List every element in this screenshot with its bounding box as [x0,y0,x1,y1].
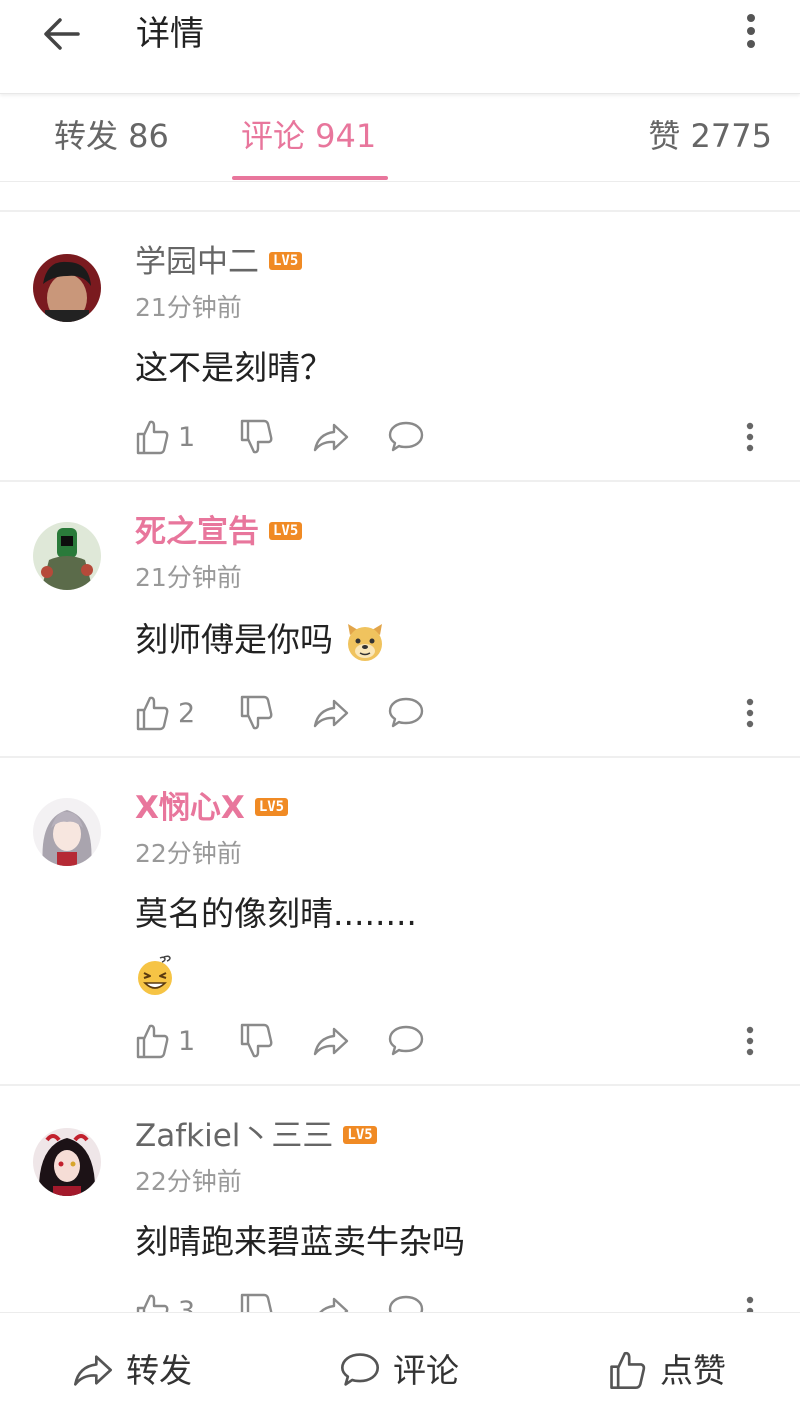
share-arrow-icon [73,1355,113,1386]
share-arrow-icon [313,699,349,728]
like-post-button[interactable]: 点赞 [606,1349,726,1393]
repost-label: 转发 [126,1351,192,1390]
comment-time: 22分钟前 [135,839,242,868]
more-vertical-icon [746,698,754,728]
speech-bubble-icon [388,421,424,452]
avatar[interactable] [33,522,101,590]
comment-time: 22分钟前 [135,1167,242,1196]
like-count: 3 [178,1296,196,1312]
comment-actions: 1 [134,418,774,458]
bottom-action-bar: 转发 评论 点赞 [0,1312,800,1420]
more-vertical-icon [746,1296,754,1312]
thumb-down-icon [240,1023,273,1058]
tab-comment[interactable]: 评论 941 [241,114,376,158]
more-vertical-icon [746,1026,754,1056]
dislike-button[interactable] [238,1292,274,1312]
avatar[interactable] [33,1128,101,1196]
more-options-button[interactable] [736,12,766,52]
more-vertical-icon [747,14,755,48]
thumb-up-icon [136,420,169,455]
thumb-down-icon [240,695,273,730]
top-app-bar: 详情 [0,0,800,94]
speech-bubble-icon [388,1025,424,1056]
doge-emoji [347,623,382,661]
share-button[interactable] [312,1292,350,1312]
tab-like[interactable]: 赞 2775 [648,114,772,158]
speech-bubble-icon [388,697,424,728]
page-title: 详情 [136,14,204,54]
comment-item: 死之宣告 LV5 21分钟前 刻师傅是你吗 2 [0,482,800,756]
comment-text: 刻晴跑来碧蓝卖牛杂吗 [135,1222,465,1261]
arrow-left-icon [44,18,80,50]
tab-repost[interactable]: 转发 86 [54,114,169,158]
comment-more-button[interactable] [738,418,762,458]
avatar[interactable] [33,254,101,322]
dizzy-grin-emoji [138,954,172,995]
detail-tabs: 转发 86 评论 941 赞 2775 [0,94,800,182]
thumb-up-icon [136,1294,169,1312]
comment-text: 刻师傅是你吗 [135,616,386,664]
comment-time: 21分钟前 [135,563,242,592]
comment-label: 评论 [393,1351,459,1390]
dislike-button[interactable] [238,694,274,734]
comment-text: 这不是刻晴？ [135,348,333,387]
comment-item: X悯心X LV5 22分钟前 莫名的像刻晴........ 1 [0,758,800,1084]
comment-time: 21分钟前 [135,293,242,322]
comment-more-button[interactable] [738,694,762,734]
thumb-up-icon [136,1024,169,1059]
reply-button[interactable] [387,1022,425,1062]
level-badge: LV5 [343,1125,377,1144]
like-count: 1 [178,1026,196,1057]
back-button[interactable] [38,12,86,56]
active-tab-indicator [232,176,388,180]
share-button[interactable] [312,694,350,734]
thumb-up-icon [610,1351,646,1390]
thumb-down-icon [240,1293,273,1312]
reply-button[interactable] [387,1292,425,1312]
share-button[interactable] [312,1022,350,1062]
comment-actions: 2 [134,694,774,734]
comment-item: 学园中二 LV5 21分钟前 这不是刻晴？ 1 [0,212,800,480]
comment-emoji-line [134,950,176,998]
comment-username[interactable]: 学园中二 LV5 [135,242,303,282]
dislike-button[interactable] [238,418,274,458]
speech-bubble-icon [340,1353,380,1386]
more-vertical-icon [746,422,754,452]
like-button[interactable]: 1 [134,418,195,458]
comment-text: 莫名的像刻晴........ [135,894,417,933]
dislike-button[interactable] [238,1022,274,1062]
avatar[interactable] [33,798,101,866]
comment-actions: 3 [134,1292,774,1312]
level-badge: LV5 [269,521,303,540]
comment-button[interactable]: 评论 [339,1349,459,1393]
speech-bubble-icon [388,1295,424,1312]
level-badge: LV5 [269,251,303,270]
share-button[interactable] [312,418,350,458]
like-count: 1 [178,422,196,453]
share-arrow-icon [313,423,349,452]
comment-username[interactable]: Zafkiel丶三三 LV5 [135,1116,377,1156]
share-arrow-icon [319,1297,349,1312]
like-button[interactable]: 3 [134,1292,195,1312]
like-label: 点赞 [660,1351,726,1390]
comment-more-button[interactable] [738,1022,762,1062]
comment-username[interactable]: 死之宣告 LV5 [135,512,303,552]
like-count: 2 [178,698,196,729]
comment-actions: 1 [134,1022,774,1062]
like-button[interactable]: 1 [134,1022,195,1062]
repost-button[interactable]: 转发 [72,1349,192,1393]
comment-more-button[interactable] [738,1292,762,1312]
comment-username[interactable]: X悯心X LV5 [135,788,289,828]
like-button[interactable]: 2 [134,694,195,734]
thumb-down-icon [240,419,273,454]
level-badge: LV5 [254,797,289,816]
thumb-up-icon [136,696,169,731]
share-arrow-icon [313,1027,349,1056]
comment-item: Zafkiel丶三三 LV5 22分钟前 刻晴跑来碧蓝卖牛杂吗 3 [0,1086,800,1312]
reply-button[interactable] [387,694,425,734]
reply-button[interactable] [387,418,425,458]
